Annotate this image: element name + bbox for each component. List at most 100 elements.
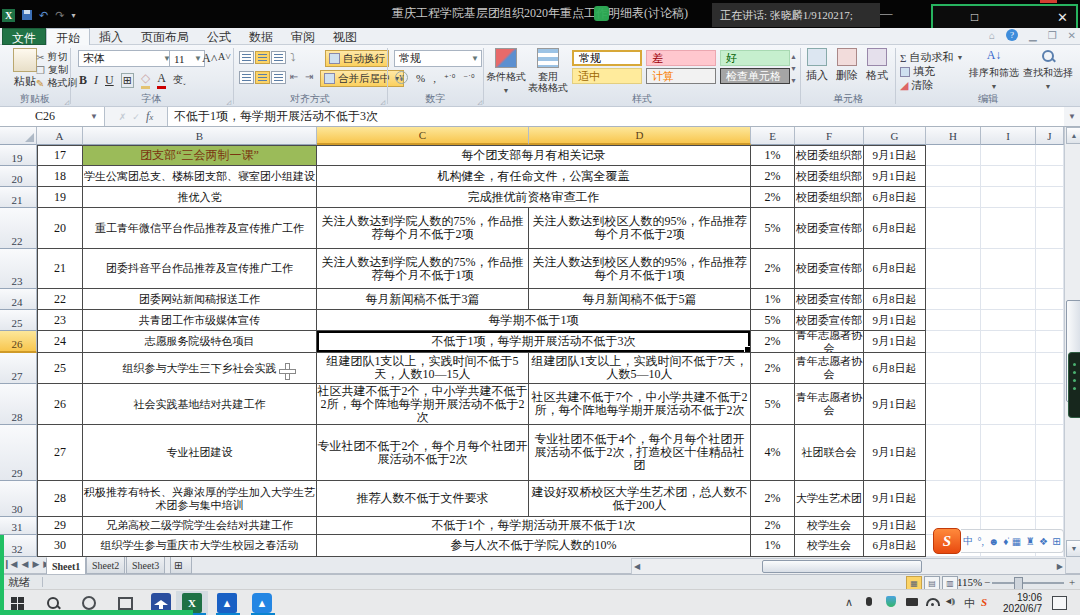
column-header-C[interactable]: C: [317, 127, 529, 145]
cell-item-number[interactable]: 21: [37, 249, 83, 289]
cell-task[interactable]: 积极推荐有特长、兴趣浓厚的学生加入大学生艺术团参与集中培训: [83, 481, 317, 517]
row-header-31[interactable]: 31: [0, 517, 37, 535]
page-layout-view-button[interactable]: ▤: [924, 576, 940, 590]
cell-start-date[interactable]: 9月1日起: [864, 145, 926, 166]
decrease-indent-icon[interactable]: ⇤: [290, 71, 298, 82]
window-close-icon[interactable]: ✕: [1068, 30, 1076, 41]
format-cells-button[interactable]: 格式: [863, 48, 891, 83]
sogou-toolbox-icon[interactable]: ⊞: [1052, 536, 1060, 547]
cell-weight[interactable]: 1%: [751, 289, 795, 310]
cell-empty[interactable]: [1036, 331, 1064, 353]
formula-bar-expand-icon[interactable]: ▼: [1064, 107, 1080, 126]
cell-task[interactable]: 共青团工作市级媒体宣传: [83, 310, 317, 331]
cell-start-date[interactable]: 9月1日起: [864, 166, 926, 187]
cell-empty[interactable]: [1036, 425, 1064, 481]
maximize-button[interactable]: □: [971, 10, 978, 25]
cell-department[interactable]: 青年志愿者协会: [795, 331, 864, 353]
cell-empty[interactable]: [1036, 145, 1064, 166]
percent-icon[interactable]: %: [416, 72, 425, 84]
cell-requirement-merged[interactable]: 每个团支部每月有相关记录: [317, 145, 751, 166]
cell-start-date[interactable]: 9月1日起: [864, 331, 926, 353]
cell-requirement-merged[interactable]: 不低于1个，每学期活动开展不低于1次: [317, 517, 751, 535]
ribbon-tab-开始[interactable]: 开始: [46, 28, 90, 45]
cell-start-date[interactable]: 9月1日起: [864, 310, 926, 331]
help-icon[interactable]: ?: [1006, 29, 1018, 41]
cell-empty[interactable]: [981, 425, 1036, 481]
row-header-20[interactable]: 20: [0, 166, 37, 187]
cell-department[interactable]: 校团委宣传部: [795, 289, 864, 310]
cell-start-date[interactable]: 6月8日起: [864, 249, 926, 289]
copy-button[interactable]: ❐复制: [36, 63, 68, 77]
cell-requirement-c[interactable]: 每月新闻稿不低于3篇: [317, 289, 529, 310]
cell-department[interactable]: 社团联合会: [795, 425, 864, 481]
cell-weight[interactable]: 5%: [751, 310, 795, 331]
cell-requirement-d[interactable]: 每月新闻稿不低于5篇: [529, 289, 751, 310]
cell-item-number[interactable]: 22: [37, 289, 83, 310]
cut-button[interactable]: ✂剪切: [36, 50, 67, 64]
cell-item-number[interactable]: 28: [37, 481, 83, 517]
row-header-21[interactable]: 21: [0, 187, 37, 208]
cell-requirement-c[interactable]: 组建团队1支以上，实践时间不低于5天，人数10—15人: [317, 353, 529, 384]
orientation-icon[interactable]: ⤵: [290, 51, 296, 63]
excel-app-icon[interactable]: X: [2, 9, 15, 22]
cell-style-好[interactable]: 好: [720, 50, 790, 66]
cell-item-number[interactable]: 18: [37, 166, 83, 187]
cell-task[interactable]: 学生公寓团总支、楼栋团支部、寝室团小组建设: [83, 166, 317, 187]
cell-empty[interactable]: [926, 310, 981, 331]
column-header-H[interactable]: H: [926, 127, 981, 145]
fill-color-button[interactable]: ◇: [141, 71, 150, 89]
close-button[interactable]: ✕: [1057, 10, 1068, 26]
cell-task[interactable]: 兄弟高校二级学院学生会结对共建工作: [83, 517, 317, 535]
row-header-28[interactable]: 28: [0, 384, 37, 425]
cell-requirement-c[interactable]: 推荐人数不低于文件要求: [317, 481, 529, 517]
sheet-tab-Sheet2[interactable]: Sheet2: [86, 557, 125, 574]
styles-scroll-down-icon[interactable]: ▼: [790, 65, 797, 73]
taskbar-clock[interactable]: 19:062020/6/7: [998, 592, 1042, 614]
cell-empty[interactable]: [1036, 353, 1064, 384]
underline-button[interactable]: U: [105, 73, 114, 88]
cell-weight[interactable]: 2%: [751, 517, 795, 535]
cell-task[interactable]: 团委网站新闻稿报送工作: [83, 289, 317, 310]
cell-empty[interactable]: [926, 425, 981, 481]
cell-empty[interactable]: [981, 166, 1036, 187]
currency-icon[interactable]: ¥: [395, 71, 408, 84]
sogou-punct-icon[interactable]: °,: [978, 536, 985, 547]
cell-style-适中[interactable]: 适中: [572, 68, 642, 84]
font-color-button[interactable]: A: [157, 71, 166, 89]
cell-task[interactable]: 重工青年微信平台作品推荐及宣传推广工作: [83, 208, 317, 249]
redo-icon[interactable]: ↷: [55, 9, 64, 22]
cell-empty[interactable]: [981, 145, 1036, 166]
page-break-view-button[interactable]: ▥: [942, 576, 958, 590]
sogou-keyboard-icon[interactable]: ▦: [1012, 536, 1021, 547]
cell-task[interactable]: 志愿服务院级特色项目: [83, 331, 317, 353]
row-header-19[interactable]: 19: [0, 145, 37, 166]
row-header-30[interactable]: 30: [0, 481, 37, 517]
cell-task[interactable]: 专业社团建设: [83, 425, 317, 481]
phonetic-button[interactable]: 变˯: [173, 73, 186, 87]
cell-start-date[interactable]: 6月8日起: [864, 289, 926, 310]
cell-start-date[interactable]: 9月1日起: [864, 481, 926, 517]
cell-requirement-d[interactable]: 建设好双桥校区大学生艺术团，总人数不低于200人: [529, 481, 751, 517]
row-header-23[interactable]: 23: [0, 249, 37, 289]
cell-department[interactable]: 校团委组织部: [795, 187, 864, 208]
align-center-icon[interactable]: [255, 71, 270, 84]
cell-weight[interactable]: 2%: [751, 481, 795, 517]
horizontal-scroll-thumb[interactable]: [762, 560, 922, 573]
grow-font-icon[interactable]: A˄: [202, 51, 217, 66]
horizontal-scrollbar[interactable]: ◀ ▶: [631, 558, 1066, 575]
volume-icon[interactable]: ◄)): [944, 596, 953, 606]
microphone-icon[interactable]: [866, 596, 872, 608]
bold-button[interactable]: B: [79, 73, 87, 88]
antivirus-shield-icon[interactable]: [886, 596, 896, 609]
sogou-logo-icon[interactable]: S: [933, 528, 961, 554]
cell-weight[interactable]: 2%: [751, 187, 795, 208]
cell-requirement-c[interactable]: 关注人数达到学院人数的75%，作品推荐每个月不低于1项: [317, 249, 529, 289]
sogou-mic-icon[interactable]: ♦̍: [1003, 536, 1007, 547]
ribbon-tab-视图[interactable]: 视图: [324, 28, 366, 45]
column-header-F[interactable]: F: [795, 127, 864, 145]
column-header-I[interactable]: I: [981, 127, 1036, 145]
cell-empty[interactable]: [981, 187, 1036, 208]
column-header-A[interactable]: A: [37, 127, 83, 145]
cell-weight[interactable]: 2%: [751, 249, 795, 289]
cell-empty[interactable]: [981, 481, 1036, 517]
